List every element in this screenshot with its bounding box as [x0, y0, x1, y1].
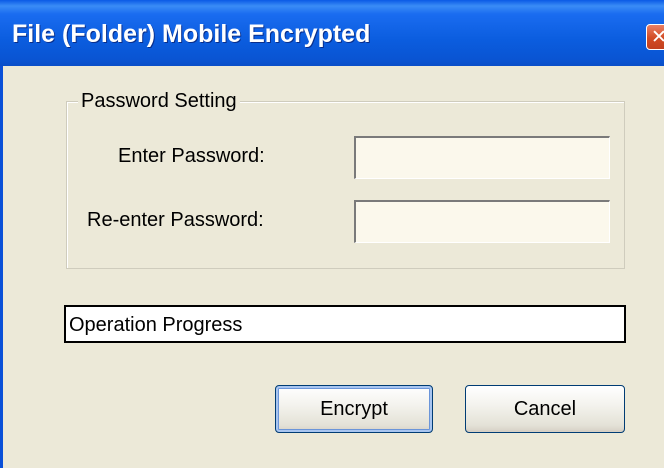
- enter-password-field[interactable]: [354, 136, 610, 179]
- reenter-password-label: Re-enter Password:: [87, 209, 264, 231]
- close-icon: ✕: [651, 26, 664, 48]
- close-button[interactable]: ✕: [646, 24, 664, 50]
- operation-progress-bar: Operation Progress: [64, 305, 626, 343]
- password-setting-group: [66, 101, 625, 269]
- window-left-border: [0, 66, 3, 468]
- progress-text: Operation Progress: [69, 314, 243, 336]
- cancel-button[interactable]: Cancel: [465, 385, 625, 433]
- encrypt-button[interactable]: Encrypt: [275, 385, 433, 433]
- title-bar[interactable]: File (Folder) Mobile Encrypted ✕: [0, 0, 664, 66]
- dialog-window: File (Folder) Mobile Encrypted ✕ Passwor…: [0, 0, 664, 468]
- enter-password-label: Enter Password:: [118, 145, 265, 167]
- password-setting-legend: Password Setting: [78, 88, 240, 114]
- window-title: File (Folder) Mobile Encrypted: [12, 20, 371, 48]
- reenter-password-field[interactable]: [354, 200, 610, 243]
